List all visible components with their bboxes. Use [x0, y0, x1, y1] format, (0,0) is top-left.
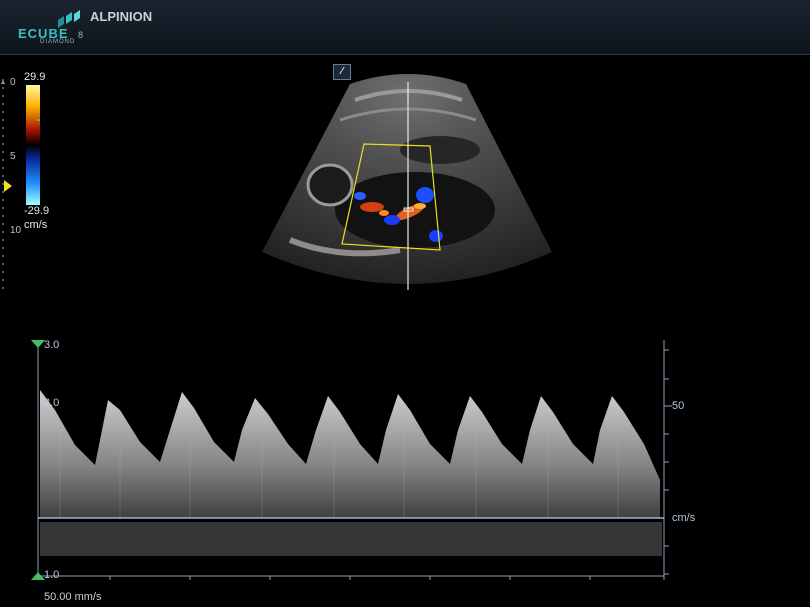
scale-top-marker-icon[interactable] [31, 340, 45, 348]
reverse-flow-noise [40, 522, 662, 556]
velocity-tick-2: 2.0 [44, 397, 60, 409]
velocity-tick-1: 1.0 [44, 569, 60, 581]
velocity-scale-50: 50 [672, 400, 685, 412]
velocity-unit: cm/s [672, 512, 696, 524]
bmode-sector-image [262, 74, 552, 290]
spectral-doppler-display [31, 340, 672, 580]
right-axis-ticks [664, 349, 672, 575]
fetal-structure [306, 163, 354, 207]
spectral-waveform [40, 390, 660, 518]
fetal-structure [400, 136, 480, 164]
sweep-speed: 50.00 mm/s [44, 591, 102, 603]
velocity-tick-3: 3.0 [44, 339, 60, 351]
time-axis-ticks [38, 575, 664, 580]
